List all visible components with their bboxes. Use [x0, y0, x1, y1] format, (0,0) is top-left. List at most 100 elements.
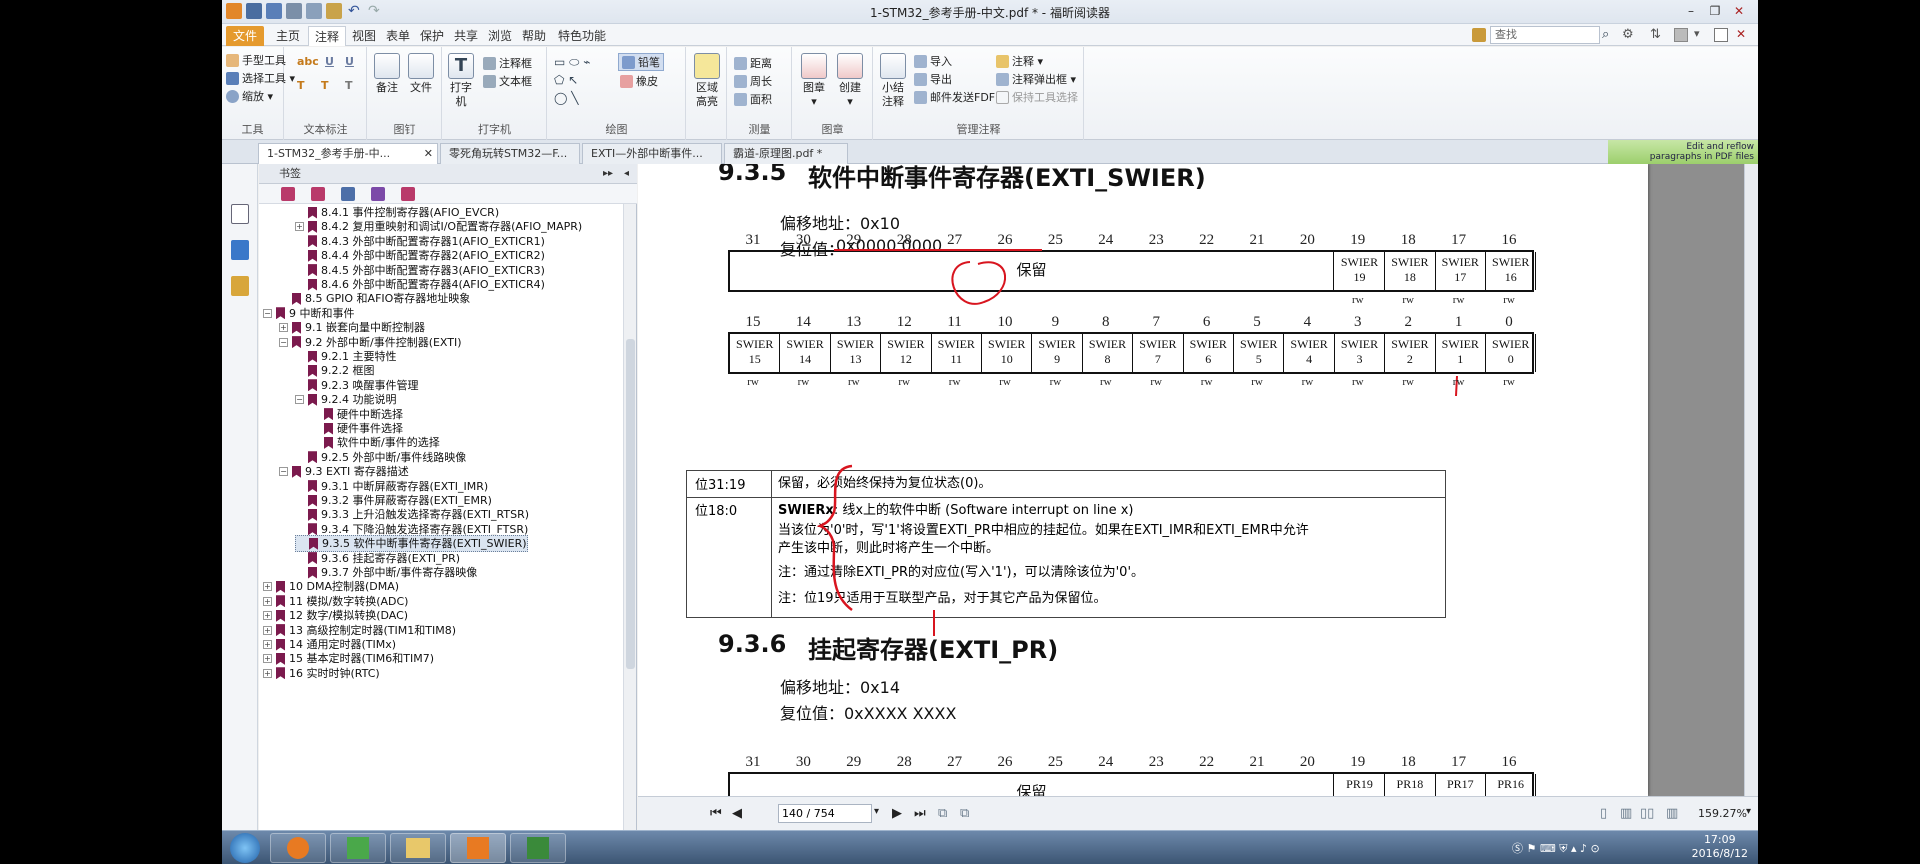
arrows-icon[interactable]: ⇅	[1650, 27, 1661, 42]
page-dropdown-icon[interactable]: ▾	[874, 806, 879, 817]
comments-panel-icon[interactable]	[231, 276, 249, 296]
scroll-thumb[interactable]	[626, 339, 635, 669]
bookmark-delete-icon[interactable]	[401, 187, 415, 201]
expand-toggle-icon[interactable]: +	[279, 323, 288, 333]
taskbar-foxit[interactable]	[450, 833, 506, 863]
promo-banner[interactable]: Edit and reflow paragraphs in PDF files	[1608, 140, 1758, 164]
restore-doc-icon[interactable]	[1714, 28, 1728, 42]
last-page-icon[interactable]: ⏭	[914, 806, 926, 821]
collapse-panel-icon[interactable]: ◂	[624, 164, 629, 184]
ribbon-toggle-icon[interactable]: ▾	[1694, 27, 1700, 40]
textbox-button[interactable]: 文本框	[483, 73, 532, 89]
taskbar-app-1[interactable]	[270, 833, 326, 863]
bookmark-collapse-icon[interactable]	[371, 187, 385, 201]
comments-dropdown[interactable]: 注释 ▾	[996, 53, 1043, 69]
restore-button[interactable]: ❐	[1704, 3, 1726, 20]
start-button[interactable]	[230, 833, 260, 863]
area-highlight-button[interactable]: 区域高亮	[692, 53, 722, 109]
expand-toggle-icon[interactable]: +	[263, 625, 272, 635]
clock[interactable]: 17:09 2016/8/12	[1692, 833, 1748, 861]
email-fdf-button[interactable]: 邮件发送FDF	[914, 89, 995, 105]
close-button[interactable]: ✕	[1728, 3, 1750, 20]
create-stamp-button[interactable]: 创建 ▾	[835, 53, 865, 109]
distance-button[interactable]: 距离	[734, 55, 772, 71]
zoom-button[interactable]: 缩放 ▾	[226, 88, 273, 104]
tab-comment[interactable]: 注释	[308, 26, 346, 46]
expand-toggle-icon[interactable]: +	[263, 582, 272, 592]
underline-icon[interactable]: U	[325, 55, 334, 68]
expand-toggle-icon[interactable]: −	[279, 337, 288, 347]
zoom-level[interactable]: 159.27%	[1698, 807, 1747, 820]
hand-tool-button[interactable]: 手型工具	[226, 52, 286, 68]
eraser-button[interactable]: 橡皮	[620, 73, 658, 89]
bookmark-item[interactable]: +16 实时时钟(RTC)	[263, 665, 380, 682]
typewriter-button[interactable]: T 打字机	[447, 53, 475, 109]
first-page-icon[interactable]: ⏮	[710, 806, 722, 821]
find-icon[interactable]	[1472, 28, 1486, 42]
close-doc-icon[interactable]: ✕	[1736, 27, 1746, 41]
doc-tab-1[interactable]: 1-STM32_参考手册-中... ✕	[258, 143, 438, 164]
tab-share[interactable]: 共享	[450, 26, 482, 46]
document-scrollbar[interactable]	[1744, 164, 1758, 796]
stamp-button[interactable]: 图章 ▾	[799, 53, 829, 109]
note-button[interactable]: 备注	[372, 53, 402, 95]
perimeter-button[interactable]: 周长	[734, 73, 772, 89]
tab-file[interactable]: 文件	[226, 26, 264, 46]
insert-text-icon[interactable]: T	[345, 79, 353, 92]
next-page-icon[interactable]: ▶	[892, 806, 902, 821]
summary-button[interactable]: 小结注释	[878, 53, 908, 109]
popup-dropdown[interactable]: 注释弹出框 ▾	[996, 71, 1076, 87]
export-button[interactable]: 导出	[914, 71, 952, 87]
search-input[interactable]: 查找	[1490, 26, 1600, 44]
area-button[interactable]: 面积	[734, 91, 772, 107]
tab-features[interactable]: 特色功能	[554, 26, 610, 46]
search-icon[interactable]: ⌕	[1602, 27, 1609, 42]
shapes-icon[interactable]: ▭ ⬭ ⌁	[554, 55, 590, 70]
import-button[interactable]: 导入	[914, 53, 952, 69]
keep-tool-checkbox[interactable]: 保持工具选择	[996, 89, 1078, 105]
tray-icons[interactable]: Ⓢ ⚑ ⌨ ⛨ ▴ ♪ ⊙	[1512, 840, 1662, 856]
page-thumbnail-icon[interactable]	[231, 204, 249, 224]
close-tab-icon[interactable]: ✕	[424, 144, 433, 163]
tab-help[interactable]: 帮助	[518, 26, 550, 46]
expand-toggle-icon[interactable]: −	[263, 308, 272, 318]
tab-form[interactable]: 表单	[382, 26, 414, 46]
doc-tab-3[interactable]: EXTI—外部中断事件...	[582, 143, 722, 164]
expand-toggle-icon[interactable]: +	[263, 640, 272, 649]
expand-toggle-icon[interactable]: +	[263, 596, 272, 606]
bookmark-edit-icon[interactable]	[311, 187, 325, 201]
highlight-icon[interactable]: abc	[297, 55, 319, 68]
continuous-icon[interactable]: ▥	[1620, 806, 1632, 821]
prev-view-icon[interactable]: ⧉	[938, 806, 947, 821]
pencil-button[interactable]: 铅笔	[618, 53, 664, 71]
single-page-icon[interactable]: ▯	[1600, 806, 1607, 821]
doc-tab-2[interactable]: 零死角玩转STM32—F...	[440, 143, 580, 164]
tab-view[interactable]: 视图	[348, 26, 380, 46]
replace-icon[interactable]: T	[321, 79, 329, 92]
taskbar-app-5[interactable]	[510, 833, 566, 863]
layers-icon[interactable]	[231, 240, 249, 260]
prev-page-icon[interactable]: ◀	[732, 806, 742, 821]
document-view[interactable]: 9.3.5 软件中断事件寄存器(EXTI_SWIER) 偏移地址：0x10 复位…	[638, 164, 1744, 796]
page-number-input[interactable]: 140 / 754	[778, 804, 872, 823]
callout-button[interactable]: 注释框	[483, 55, 532, 71]
expand-toggle-icon[interactable]: +	[295, 222, 304, 232]
minimize-button[interactable]: –	[1680, 3, 1702, 20]
expand-toggle-icon[interactable]: +	[263, 668, 272, 678]
continuous-facing-icon[interactable]: ▥	[1666, 806, 1678, 821]
expand-toggle-icon[interactable]: +	[263, 611, 272, 621]
shapes2-icon[interactable]: ⬠ ↖	[554, 73, 578, 87]
doc-tab-4[interactable]: 霸道-原理图.pdf *	[724, 143, 848, 164]
expand-toggle-icon[interactable]: +	[263, 654, 272, 664]
shapes3-icon[interactable]: ◯ ╲	[554, 91, 578, 105]
gear-icon[interactable]: ⚙	[1622, 27, 1634, 42]
user-icon[interactable]	[1674, 28, 1688, 42]
tab-home[interactable]: 主页	[270, 26, 306, 46]
bookmarks-scrollbar[interactable]	[623, 204, 636, 830]
bookmark-expand-icon[interactable]	[341, 187, 355, 201]
expand-toggle-icon[interactable]: −	[295, 395, 304, 405]
taskbar-explorer[interactable]	[390, 833, 446, 863]
expand-toggle-icon[interactable]: −	[279, 467, 288, 477]
strikeout-icon[interactable]: T	[297, 79, 305, 92]
tab-browse[interactable]: 浏览	[484, 26, 516, 46]
